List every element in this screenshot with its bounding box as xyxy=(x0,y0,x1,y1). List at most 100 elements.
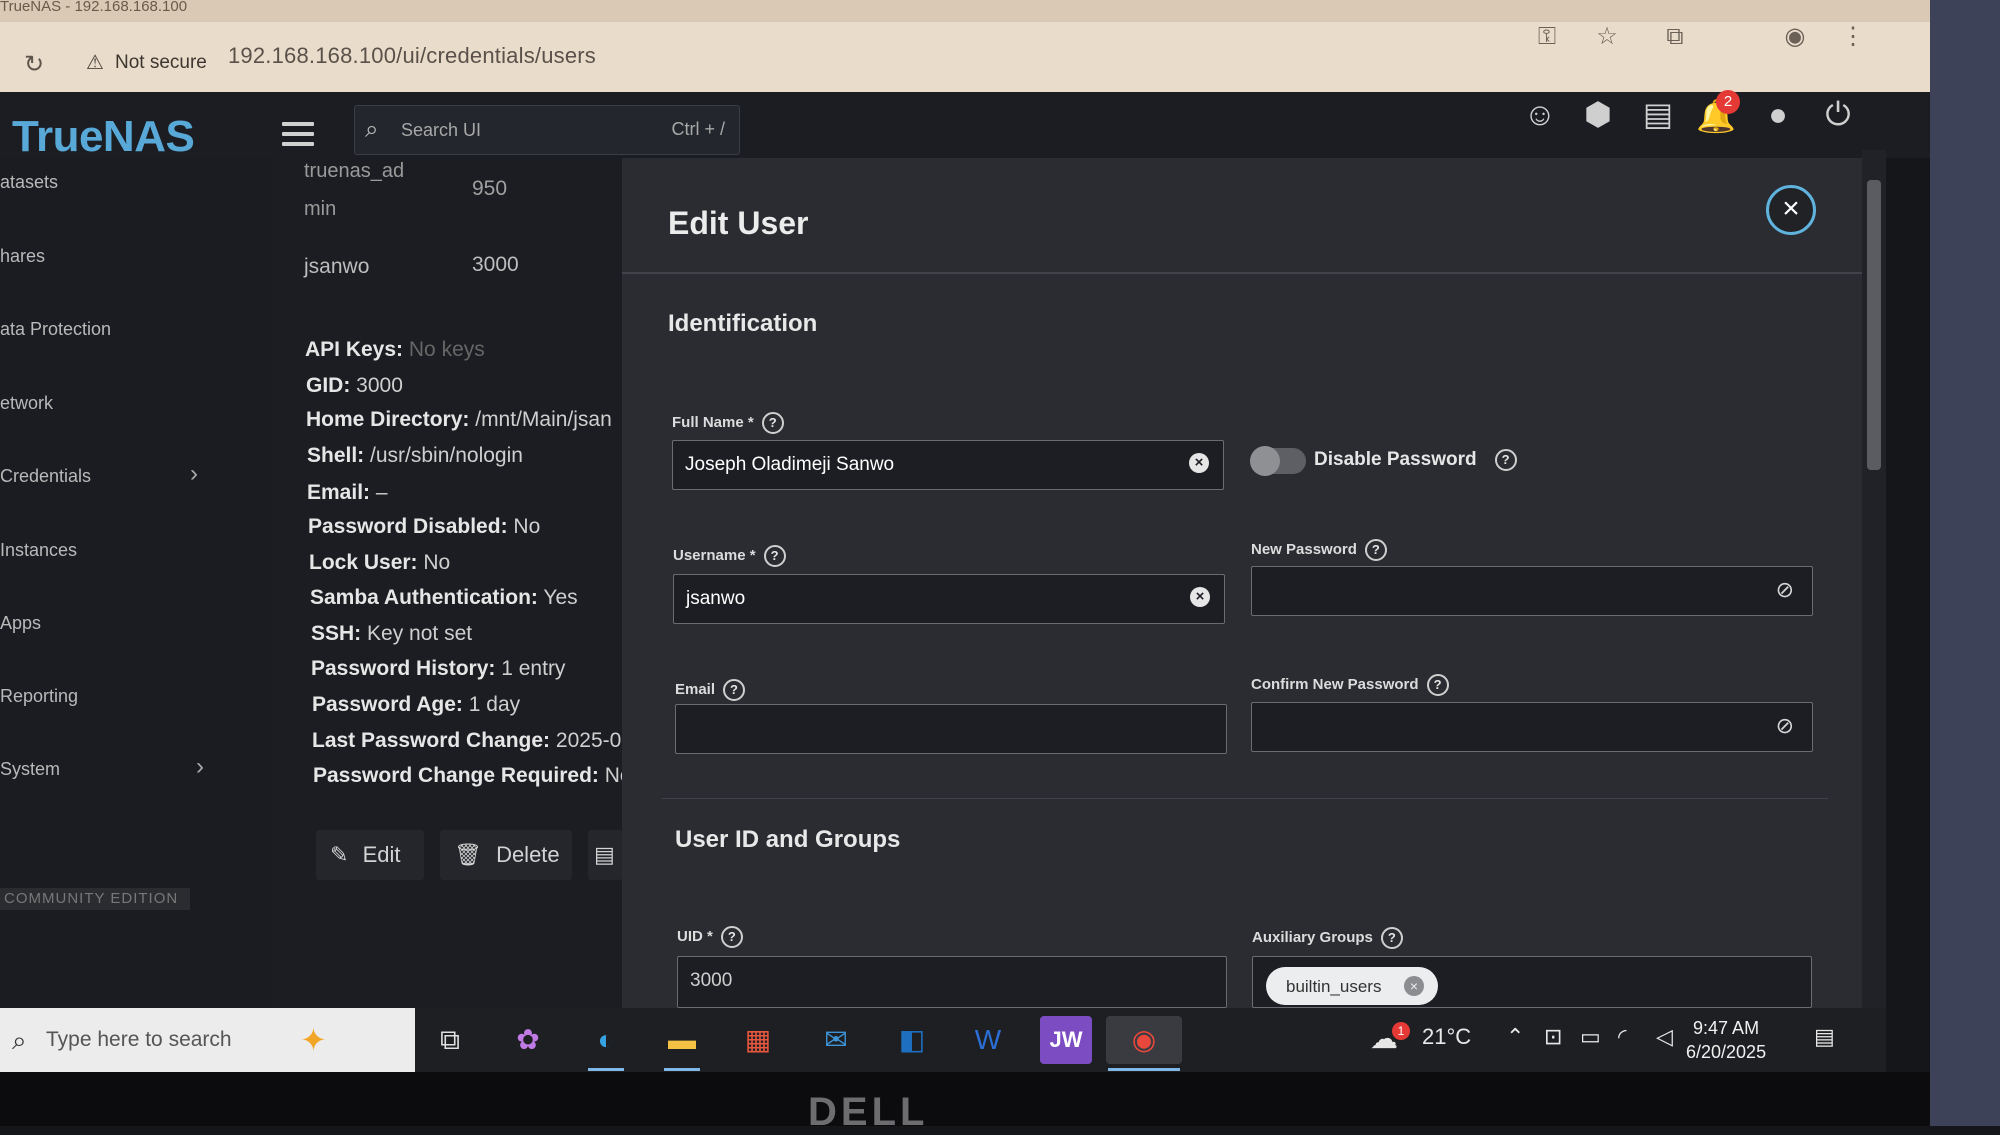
username-value: jsanwo xyxy=(686,588,746,609)
volume-icon[interactable]: ◁ xyxy=(1656,1024,1673,1050)
browser-menu-icon[interactable]: ⋮ xyxy=(1838,22,1868,52)
help-icon[interactable]: ? xyxy=(1494,449,1517,471)
chevron-up-icon[interactable]: ⌃ xyxy=(1506,1024,1524,1050)
sidebar-item-instances[interactable]: Instances xyxy=(0,540,77,561)
word-icon[interactable]: W xyxy=(962,1016,1014,1064)
edge-icon[interactable]: ◐ xyxy=(580,1016,632,1064)
uid-label: UID *? xyxy=(677,926,743,948)
address-bar[interactable]: 192.168.168.100/ui/credentials/users xyxy=(228,43,596,69)
disable-password-toggle[interactable] xyxy=(1250,446,1306,476)
more-actions-button[interactable]: ▤ xyxy=(588,830,622,880)
clear-icon[interactable]: × xyxy=(1190,587,1210,607)
sidebar-item-credentials[interactable]: Credentials xyxy=(0,466,91,487)
profile-icon[interactable]: ◉ xyxy=(1780,22,1810,52)
group-chip[interactable]: builtin_users × xyxy=(1266,967,1438,1005)
truenas-logo[interactable]: TrueNAS xyxy=(12,112,195,162)
full-name-field[interactable]: Joseph Oladimeji Sanwo × xyxy=(672,440,1224,490)
user-row-name[interactable]: truenas_ad xyxy=(304,160,404,183)
key-icon[interactable]: ⚿ xyxy=(1532,22,1562,52)
notification-badge: 2 xyxy=(1716,90,1740,114)
monitor-bezel xyxy=(0,1072,2000,1126)
chrome-icon[interactable]: ◉ xyxy=(1106,1016,1182,1064)
truecommand-icon[interactable]: ⬢ xyxy=(1578,94,1618,134)
delete-button[interactable]: 🗑 Delete xyxy=(440,830,572,880)
meet-now-icon[interactable]: ⊡ xyxy=(1544,1024,1562,1050)
active-indicator xyxy=(664,1068,700,1071)
chevron-right-icon: › xyxy=(196,753,204,780)
auxiliary-groups-label: Auxiliary Groups? xyxy=(1252,927,1403,949)
detail-password-age: Password Age: 1 day xyxy=(312,693,521,716)
clock-date: 6/20/2025 xyxy=(1686,1042,1767,1062)
taskbar-search-placeholder: Type here to search xyxy=(46,1028,232,1051)
file-explorer-icon[interactable]: ▬ xyxy=(656,1016,708,1064)
extensions-icon[interactable]: ⧉ xyxy=(1660,22,1690,52)
battery-icon[interactable]: ▭ xyxy=(1580,1024,1601,1050)
clear-icon[interactable]: × xyxy=(1189,453,1209,473)
help-icon[interactable]: ? xyxy=(720,926,743,948)
search-box[interactable]: ⌕ Search UI Ctrl + / xyxy=(354,105,740,155)
clock-time: 9:47 AM xyxy=(1693,1018,1760,1038)
uid-field[interactable]: 3000 xyxy=(677,956,1227,1008)
account-icon[interactable]: ● xyxy=(1758,94,1798,134)
help-icon[interactable]: ? xyxy=(763,545,786,567)
reload-icon[interactable]: ↻ xyxy=(24,50,44,79)
confirm-password-field[interactable]: ⊘ xyxy=(1251,702,1813,752)
help-icon[interactable]: ? xyxy=(723,679,746,701)
jobs-clipboard-icon[interactable]: ▤ xyxy=(1638,94,1678,134)
close-icon[interactable]: × xyxy=(1766,185,1816,235)
help-icon[interactable]: ? xyxy=(1380,927,1403,949)
feedback-smiley-icon[interactable]: ☺ xyxy=(1520,94,1560,134)
outlook-icon[interactable]: ◧ xyxy=(886,1016,938,1064)
edit-button[interactable]: ✎ Edit xyxy=(316,830,424,880)
task-view-icon[interactable]: ⧉ xyxy=(424,1016,476,1064)
sidebar-item-shares[interactable]: hares xyxy=(0,246,45,267)
remove-chip-icon[interactable]: × xyxy=(1404,976,1424,996)
weather-badge: 1 xyxy=(1392,1022,1410,1040)
new-password-field[interactable]: ⊘ xyxy=(1251,566,1813,616)
help-icon[interactable]: ? xyxy=(761,412,784,434)
jw-library-icon[interactable]: JW xyxy=(1040,1016,1092,1064)
power-icon[interactable]: ⏻ xyxy=(1818,94,1858,134)
wifi-icon[interactable]: ◜ xyxy=(1618,1024,1627,1050)
system-clock[interactable]: 9:47 AM 6/20/2025 xyxy=(1686,1016,1766,1064)
hamburger-menu-icon[interactable] xyxy=(282,122,314,152)
sidebar-item-system[interactable]: System xyxy=(0,759,60,780)
not-secure-label[interactable]: Not secure xyxy=(115,52,207,74)
panel-scrollbar[interactable] xyxy=(1862,150,1886,1008)
detail-shell: Shell: /usr/sbin/nologin xyxy=(307,444,523,467)
help-icon[interactable]: ? xyxy=(1426,674,1449,696)
document-icon: ▤ xyxy=(594,842,615,867)
sidebar-item-network[interactable]: etwork xyxy=(0,393,53,414)
username-field[interactable]: jsanwo × xyxy=(673,574,1225,624)
browser-tab-title[interactable]: TrueNAS - 192.168.168.100 xyxy=(0,0,187,15)
header-divider xyxy=(622,272,1862,274)
taskbar-search[interactable]: ⌕ Type here to search ✦ xyxy=(0,1008,415,1072)
detail-password-history: Password History: 1 entry xyxy=(311,657,566,680)
user-row-name[interactable]: jsanwo xyxy=(304,255,369,279)
disable-password-label: Disable Password? xyxy=(1314,449,1517,471)
email-field[interactable] xyxy=(675,704,1227,754)
eye-off-icon[interactable]: ⊘ xyxy=(1776,577,1794,603)
outlook-new-icon[interactable]: ✉ xyxy=(810,1016,862,1064)
notification-center-icon[interactable]: ▤ xyxy=(1814,1024,1835,1050)
pencil-icon: ✎ xyxy=(330,842,349,867)
community-edition-badge: COMMUNITY EDITION xyxy=(0,888,190,910)
scrollbar-thumb[interactable] xyxy=(1867,180,1881,470)
panel-title: Edit User xyxy=(668,205,809,241)
search-shortcut: Ctrl + / xyxy=(671,119,725,139)
sidebar-item-apps[interactable]: Apps xyxy=(0,613,41,634)
sidebar-item-datasets[interactable]: atasets xyxy=(0,172,58,193)
detail-ssh: SSH: Key not set xyxy=(311,622,473,645)
detail-home-directory: Home Directory: /mnt/Main/jsan xyxy=(306,408,612,431)
temperature[interactable]: 21°C xyxy=(1422,1024,1471,1050)
eye-off-icon[interactable]: ⊘ xyxy=(1776,713,1794,739)
identification-heading: Identification xyxy=(668,310,818,337)
sidebar-item-reporting[interactable]: Reporting xyxy=(0,686,78,707)
help-icon[interactable]: ? xyxy=(1364,539,1387,561)
background-edge xyxy=(1930,0,2000,1126)
star-icon[interactable]: ☆ xyxy=(1592,22,1622,52)
sidebar-item-data-protection[interactable]: ata Protection xyxy=(0,319,111,340)
detail-password-change-required: Password Change Required: No xyxy=(313,764,632,787)
store-icon[interactable]: ▦ xyxy=(732,1016,784,1064)
copilot-icon[interactable]: ✿ xyxy=(502,1016,554,1064)
